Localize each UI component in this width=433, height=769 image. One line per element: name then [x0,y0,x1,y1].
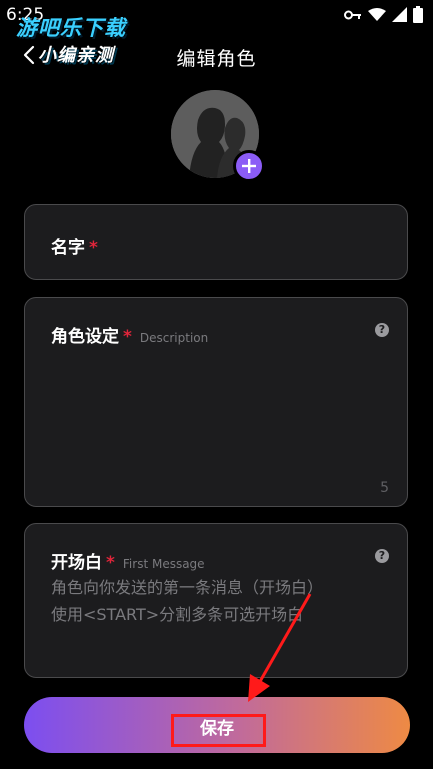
description-hint: Description [139,331,209,345]
avatar-section[interactable] [171,90,265,182]
description-field[interactable]: 角色设定 * Description ? 5 [24,297,408,507]
status-icons [344,6,423,23]
name-field[interactable]: 名字 * [24,204,408,280]
first-message-placeholder: 角色向你发送的第一条消息（开场白） 使用<START>分割多条可选开场白 [51,574,387,628]
name-label-text: 名字 [51,238,85,258]
required-mark: * [106,553,115,573]
placeholder-line2: 使用<START>分割多条可选开场白 [51,605,304,624]
wifi-icon [368,7,386,21]
key-icon [344,10,361,19]
required-mark: * [123,327,132,347]
first-message-label: 开场白 * First Message [51,548,205,573]
add-avatar-button[interactable] [233,150,265,182]
name-label: 名字 * [51,233,98,258]
description-label: 角色设定 * Description [51,322,208,347]
first-message-label-text: 开场白 [51,553,102,573]
question-circle-icon[interactable]: ? [375,323,389,337]
battery-icon [413,6,423,23]
first-message-hint: First Message [122,557,205,571]
description-label-text: 角色设定 [51,327,119,347]
highlight-box [171,714,266,747]
page-title: 编辑角色 [176,48,257,70]
question-circle-icon[interactable]: ? [375,549,389,563]
required-mark: * [89,238,98,258]
char-count: 5 [380,480,389,496]
placeholder-line1: 角色向你发送的第一条消息（开场白） [51,578,324,597]
plus-icon [242,159,256,173]
first-message-field[interactable]: 开场白 * First Message ? 角色向你发送的第一条消息（开场白） 使用… [24,523,408,678]
arrow-annotation [248,593,312,702]
header: 编辑角色 [0,38,433,78]
signal-icon [392,7,407,22]
